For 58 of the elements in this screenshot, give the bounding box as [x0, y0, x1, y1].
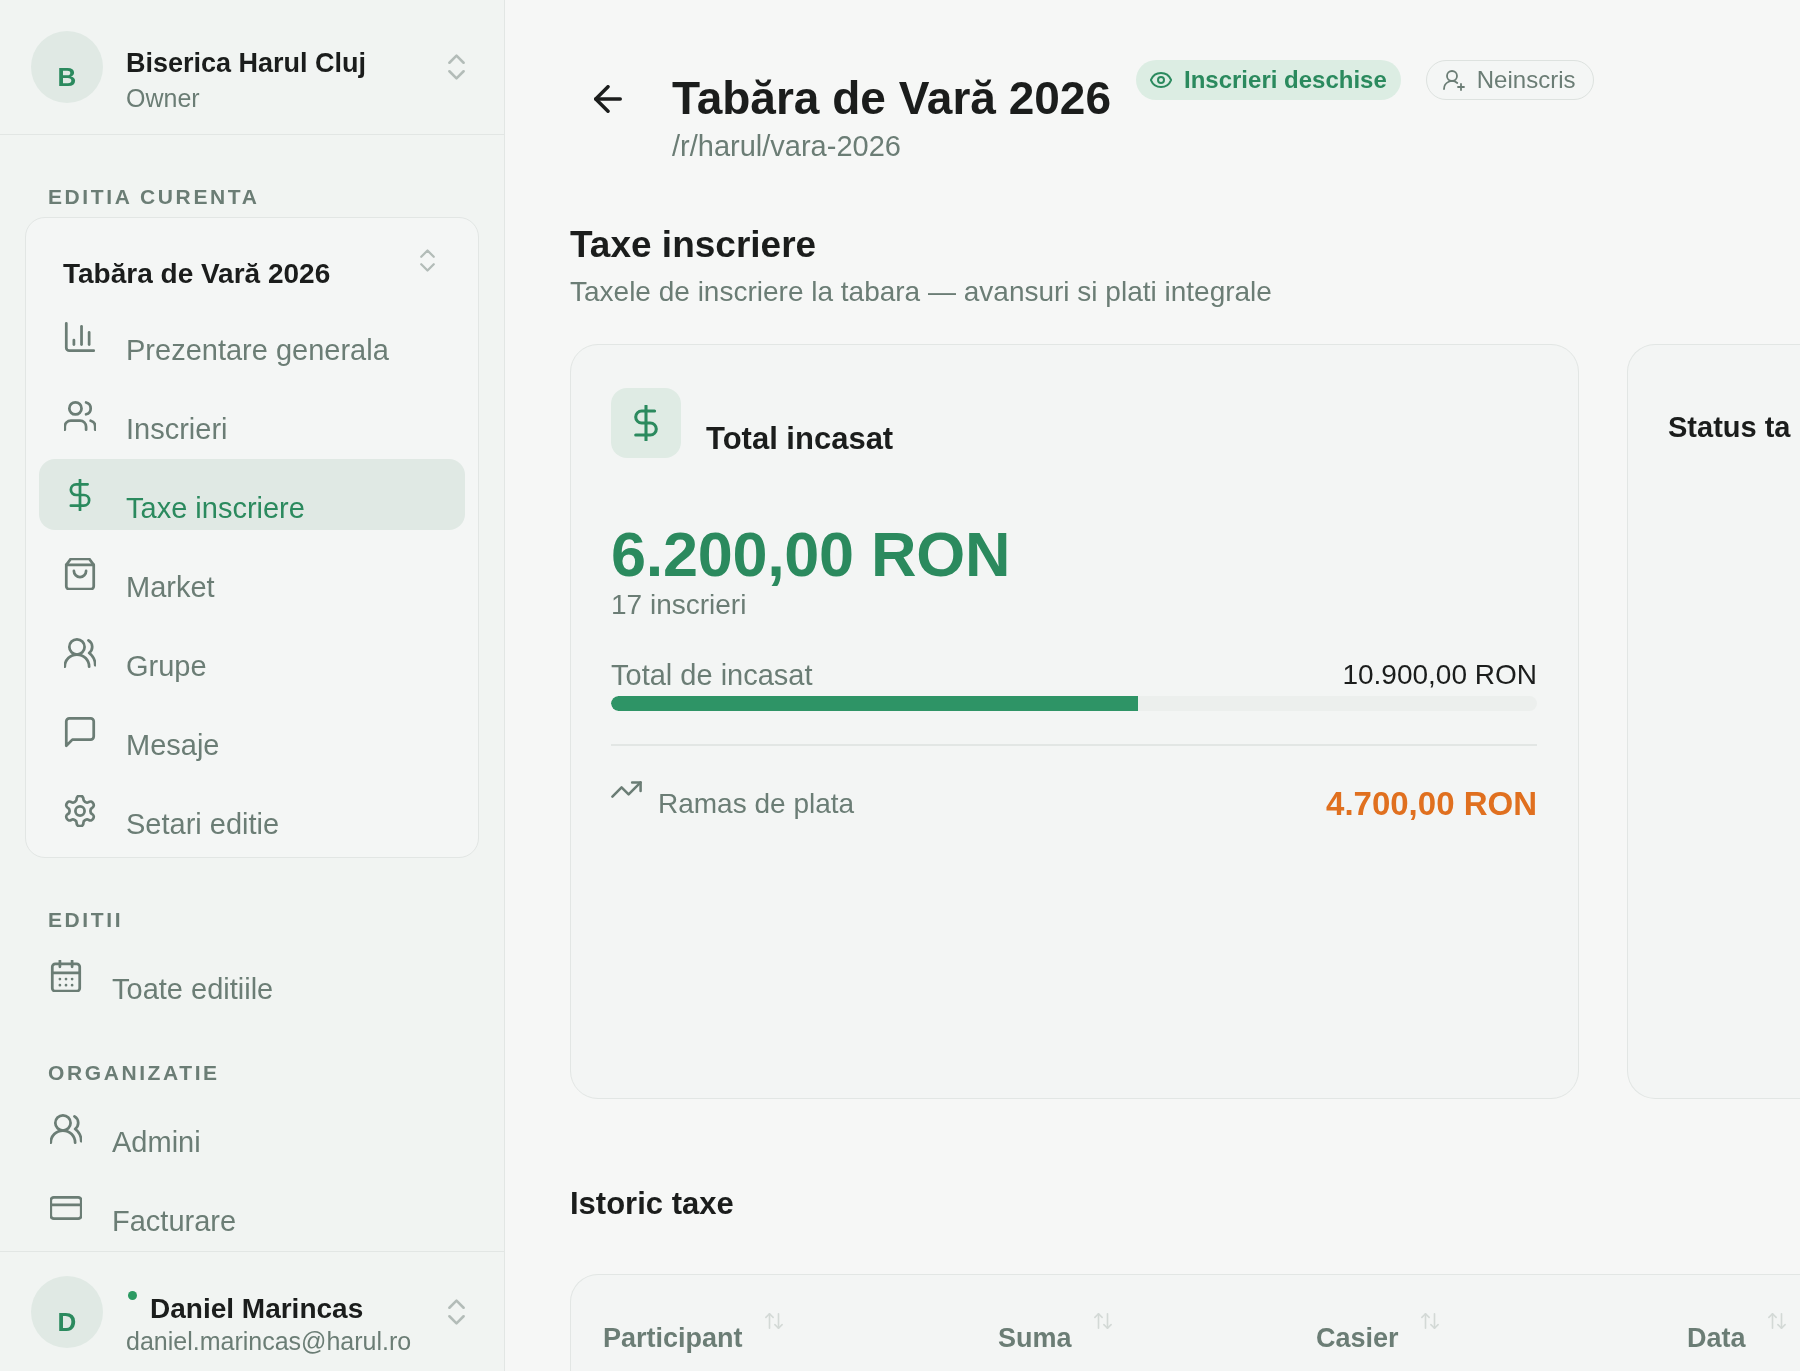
sort-icon	[1093, 1310, 1112, 1332]
nav-item[interactable]: Admini	[25, 1093, 479, 1164]
status-pill[interactable]: Inscrieri deschise	[1136, 60, 1401, 100]
org-avatar: B	[31, 31, 103, 103]
progress-label: Total de incasat	[611, 658, 813, 692]
column-header[interactable]: Data	[1687, 1310, 1786, 1354]
nav-item[interactable]: Grupe	[39, 617, 465, 688]
chevron-up-down-icon[interactable]	[448, 1299, 465, 1325]
nav-item[interactable]: Facturare	[25, 1172, 479, 1243]
section-title: Taxe inscriere	[570, 223, 818, 267]
card-title: Total incasat	[706, 420, 894, 458]
page-slug: /r/harul/vara-2026	[672, 129, 902, 163]
chevron-up-down-icon[interactable]	[448, 54, 465, 80]
sort-icon	[1420, 1310, 1439, 1332]
settings-icon	[64, 794, 96, 827]
progress-value: 10.900,00 RON	[1342, 658, 1537, 692]
sort-icon	[1767, 1310, 1786, 1332]
section-subtitle: Taxele de inscriere la tabara — avansuri si plati integrale	[570, 275, 1273, 309]
nav-item[interactable]: Market	[39, 538, 465, 609]
user-plus-icon	[1442, 69, 1465, 91]
chevron-up-down-icon	[420, 249, 435, 272]
column-header[interactable]: Participant	[603, 1310, 783, 1354]
card-title: Status ta	[1668, 411, 1791, 443]
eye-icon	[1150, 72, 1172, 88]
users-icon	[64, 636, 96, 669]
speech-bubble-icon	[64, 715, 96, 748]
status-pill[interactable]: Neinscris	[1425, 60, 1595, 100]
total-amount: 6.200,00 RON	[611, 519, 1012, 589]
page-title: Tabăra de Vară 2026	[672, 71, 1111, 125]
bar-chart-icon	[64, 320, 96, 353]
section-label: EDITII	[48, 908, 125, 932]
nav-item[interactable]: Prezentare generala	[39, 301, 465, 372]
user-name: Daniel Marincas	[150, 1293, 364, 1325]
user-email: daniel.marincas@harul.ro	[126, 1327, 412, 1355]
shopping-bag-icon	[64, 557, 96, 590]
trending-up-icon	[611, 780, 642, 798]
table-title: Istoric taxe	[570, 1185, 735, 1223]
calendar-icon	[50, 959, 82, 992]
remaining-label: Ramas de plata	[658, 787, 855, 821]
org-role: Owner	[126, 84, 200, 112]
edition-select[interactable]: Tabăra de Vară 2026	[39, 249, 465, 291]
dollar-icon	[611, 388, 681, 458]
user-avatar: D	[31, 1276, 103, 1348]
column-header[interactable]: Suma	[998, 1310, 1112, 1354]
column-header[interactable]: Casier	[1316, 1310, 1439, 1354]
section-label: ORGANIZATIE	[48, 1061, 221, 1085]
nav-item[interactable]: Taxe inscriere	[39, 459, 465, 530]
nav-item[interactable]: Inscrieri	[39, 380, 465, 451]
registration-count: 17 inscrieri	[611, 589, 748, 621]
nav-item[interactable]: Setari editie	[39, 775, 465, 846]
users-icon	[64, 399, 96, 432]
nav-item[interactable]: Mesaje	[39, 696, 465, 767]
sort-icon	[764, 1310, 783, 1332]
org-name: Biserica Harul Cluj	[126, 47, 367, 79]
users-icon	[50, 1112, 82, 1145]
section-label: EDITIA CURENTA	[48, 185, 261, 209]
nav-item[interactable]: Toate editiile	[25, 940, 479, 1011]
remaining-amount: 4.700,00 RON	[1326, 784, 1537, 824]
